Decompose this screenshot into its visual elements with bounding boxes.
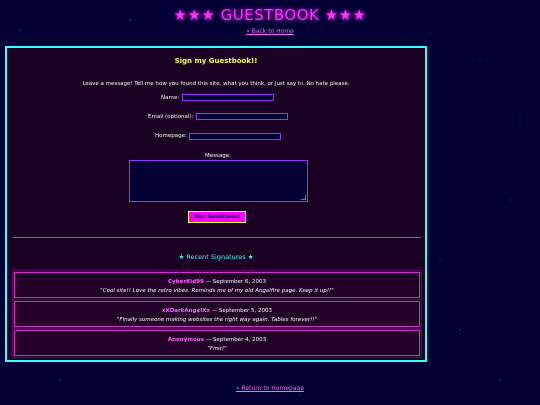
entry-date: September 6, 2003	[212, 279, 266, 285]
back-to-home-link[interactable]: « Back to Home	[0, 28, 540, 35]
entry-message: "Cool site!! Love the retro vibes. Remin…	[100, 288, 334, 294]
guestbook-panel: Sign my Guestbook!! Leave a message! Tel…	[5, 46, 427, 362]
entry-author: Anonymous	[167, 337, 204, 343]
signature-entry: CyberKid99 — September 6, 2003 "Cool sit…	[12, 270, 422, 300]
entry-header: CyberKid99 — September 6, 2003	[168, 279, 266, 285]
signature-entry: xXDarkAngelXx — September 5, 2003 "Final…	[12, 299, 422, 329]
entry-date: September 4, 2003	[213, 337, 267, 343]
entry-header: xXDarkAngelXx — September 5, 2003	[161, 308, 273, 314]
recent-signatures-title: ★ Recent Signatures ★	[178, 253, 254, 261]
form-title: Sign my Guestbook!!	[174, 57, 258, 65]
page-title: ★★★ GUESTBOOK ★★★	[173, 6, 367, 24]
entry-author: CyberKid99	[168, 279, 204, 285]
entry-author: xXDarkAngelXx	[161, 308, 210, 314]
entry-header: Anonymous — September 4, 2003	[167, 337, 267, 343]
entry-date: September 5, 2003	[218, 308, 273, 314]
homepage-label: Homepage:	[155, 133, 187, 139]
message-textarea[interactable]	[129, 160, 308, 202]
sign-guestbook-button[interactable]: Sign Guestbook!	[188, 211, 246, 223]
name-field[interactable]	[182, 94, 274, 101]
name-label: Name:	[161, 95, 180, 101]
homepage-field[interactable]	[189, 133, 281, 140]
email-field[interactable]	[196, 113, 288, 120]
message-label: Message:	[205, 153, 231, 159]
resize-grip-icon[interactable]	[301, 195, 306, 200]
section-divider	[13, 237, 421, 238]
entry-message: "Finally someone making websites the rig…	[116, 317, 318, 323]
email-label: Email (optional):	[148, 114, 194, 120]
entry-message: "First!"	[207, 346, 227, 352]
form-intro: Leave a message! Tell me how you found t…	[82, 81, 350, 87]
return-to-homepage-link[interactable]: « Return to Homepage	[0, 385, 540, 392]
signature-entry: Anonymous — September 4, 2003 "First!"	[12, 328, 422, 358]
